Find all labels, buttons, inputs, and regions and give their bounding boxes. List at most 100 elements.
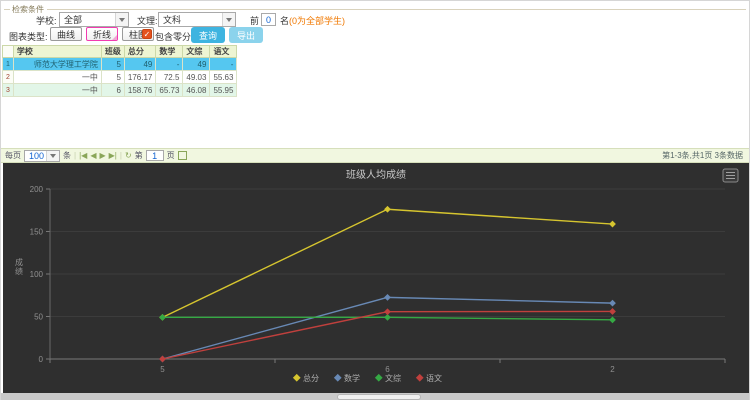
prev-page-icon[interactable]: ◀ [90,151,96,160]
table-cell: 46.08 [183,84,210,97]
data-point-marker[interactable] [159,356,166,363]
chevron-down-icon [222,13,235,26]
legend-item-总分[interactable]: 总分 [293,373,319,383]
page-number-input[interactable] [146,150,164,161]
horizontal-scrollbar[interactable] [1,393,749,400]
table-cell: 55.95 [210,84,237,97]
x-axis-tick-label: 5 [160,365,165,374]
column-header[interactable]: 数学 [156,46,183,58]
legend-dash [4,9,10,10]
app-window: 检索条件 学校: 全部 文理: 文科 前 名(0为全部学生) 图表类型: 曲线折… [0,0,750,400]
chart-type-button[interactable]: 折线 [86,27,118,41]
scrollbar-thumb[interactable] [337,394,421,400]
top-n-input[interactable] [261,13,276,26]
next-page-icon[interactable]: ▶ [99,151,105,160]
per-page-select[interactable]: 100 [24,150,60,162]
y-axis-tick-label: 100 [30,270,44,279]
table-cell: 一中 [13,71,101,84]
series-line-数学 [163,297,613,359]
column-header[interactable]: 班级 [101,46,124,58]
subject-select[interactable]: 文科 [158,12,236,27]
legend-item-文综[interactable]: 文综 [375,373,401,383]
legend-marker [334,374,342,382]
data-point-marker[interactable] [384,206,391,213]
subject-label: 文理: [137,14,158,27]
export-button[interactable]: 导出 [229,27,263,43]
legend-item-语文[interactable]: 语文 [416,373,442,383]
legend-line [47,9,746,10]
data-point-marker[interactable] [384,294,391,301]
table-cell: 师范大学理工学院 [13,58,101,71]
data-point-marker[interactable] [609,221,616,228]
chart-menu-icon[interactable] [723,169,738,182]
column-header[interactable]: 语文 [210,46,237,58]
x-axis-tick-label: 2 [610,365,615,374]
last-page-icon[interactable]: ▶| [109,151,117,160]
chart-title: 班级人均成绩 [346,168,406,181]
expand-grid-icon[interactable] [178,151,187,160]
table-cell: 5 [101,58,124,71]
y-axis-tick-label: 150 [30,228,44,237]
table-row[interactable]: 1师范大学理工学院549-49- [3,58,237,71]
results-table: 学校班级总分数学文综语文 1师范大学理工学院549-49-2一中5176.177… [2,45,237,97]
table-cell: 72.5 [156,71,183,84]
table-row[interactable]: 3一中6158.7665.7346.0855.95 [3,84,237,97]
per-page-value: 100 [29,151,46,161]
pager-summary: 第1-3条,共1页 3条数据 [662,150,743,161]
table-cell: 49 [183,58,210,71]
data-point-marker[interactable] [609,316,616,323]
school-select[interactable]: 全部 [59,12,129,27]
legend-marker [293,374,301,382]
table-cell: 158.76 [124,84,155,97]
table-cell: - [156,58,183,71]
y-axis-tick-label: 200 [30,185,44,194]
table-cell: 49 [124,58,155,71]
page-prefix-label: 第 [135,150,143,161]
chevron-down-icon [115,13,128,26]
legend-label: 文综 [385,373,401,383]
legend-label: 数学 [344,373,360,383]
chart-type-button[interactable]: 曲线 [50,27,82,41]
legend-label: 语文 [426,373,442,383]
top-n-prefix-label: 前 [250,14,259,27]
first-page-icon[interactable]: |◀ [79,151,87,160]
table-cell: 55.63 [210,71,237,84]
table-cell: 49.03 [183,71,210,84]
row-number-header [3,46,14,58]
table-cell: 176.17 [124,71,155,84]
table-row[interactable]: 2一中5176.1772.549.0355.63 [3,71,237,84]
score-line-chart: 班级人均成绩050100150200562成绩总分数学文综语文 [3,163,749,393]
pager-divider: | [120,151,122,160]
table-header-row: 学校班级总分数学文综语文 [3,46,237,58]
x-axis-tick-label: 6 [385,365,390,374]
data-point-marker[interactable] [159,314,166,321]
query-button[interactable]: 查询 [191,27,225,43]
data-point-marker[interactable] [609,308,616,315]
refresh-icon[interactable]: ↻ [125,151,132,160]
per-page-suffix: 条 [63,150,71,161]
pager-divider: | [74,151,76,160]
data-point-marker[interactable] [384,308,391,315]
per-page-label: 每页 [5,150,21,161]
table-cell: 一中 [13,84,101,97]
top-n-hint: (0为全部学生) [289,16,345,26]
page-suffix-label: 页 [167,150,175,161]
table-cell: - [210,58,237,71]
pager-bar: 每页 100 条 | |◀ ◀ ▶ ▶| | ↻ 第 页 第1-3条,共1页 3… [1,148,749,163]
legend-label: 总分 [303,373,319,383]
school-label: 学校: [36,14,57,27]
chevron-down-icon [46,151,59,161]
y-axis-tick-label: 50 [34,313,43,322]
legend-item-数学[interactable]: 数学 [334,373,360,383]
row-number: 2 [3,71,14,84]
y-axis-title: 成绩 [15,257,23,276]
include-zero-checkbox[interactable]: ✓ [142,29,152,39]
column-header[interactable]: 文综 [183,46,210,58]
legend-marker [375,374,383,382]
row-number: 1 [3,58,14,71]
column-header[interactable]: 总分 [124,46,155,58]
chart-type-label: 图表类型: [9,30,48,43]
column-header[interactable]: 学校 [13,46,101,58]
data-point-marker[interactable] [609,300,616,307]
legend-marker [416,374,424,382]
